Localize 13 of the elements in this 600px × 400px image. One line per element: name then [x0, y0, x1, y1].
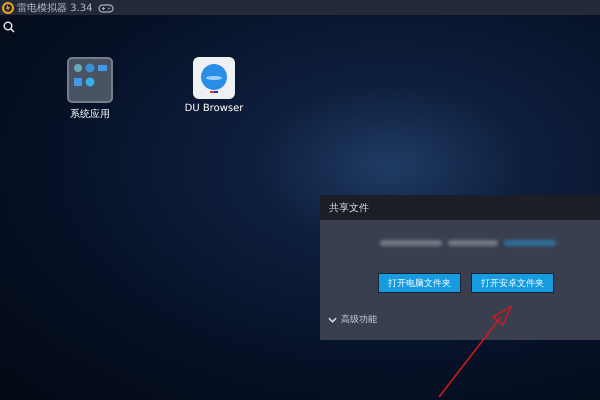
chevron-icon — [328, 316, 337, 322]
window-title: 雷电模拟器 3.34 — [17, 2, 92, 14]
dialog-title: 共享文件 — [329, 202, 369, 214]
browser-app-icon[interactable] — [193, 57, 235, 99]
app-folder-icon[interactable] — [67, 57, 113, 103]
advanced-toggle[interactable]: 高级功能 — [328, 313, 377, 326]
app-label[interactable]: DU Browser — [184, 103, 244, 114]
app-label[interactable]: 系统应用 — [70, 107, 110, 121]
blurred-text — [380, 240, 442, 246]
gamepad-icon[interactable] — [98, 2, 114, 12]
search-icon[interactable] — [3, 21, 15, 33]
blurred-text — [448, 240, 498, 246]
logo-icon — [2, 2, 14, 14]
